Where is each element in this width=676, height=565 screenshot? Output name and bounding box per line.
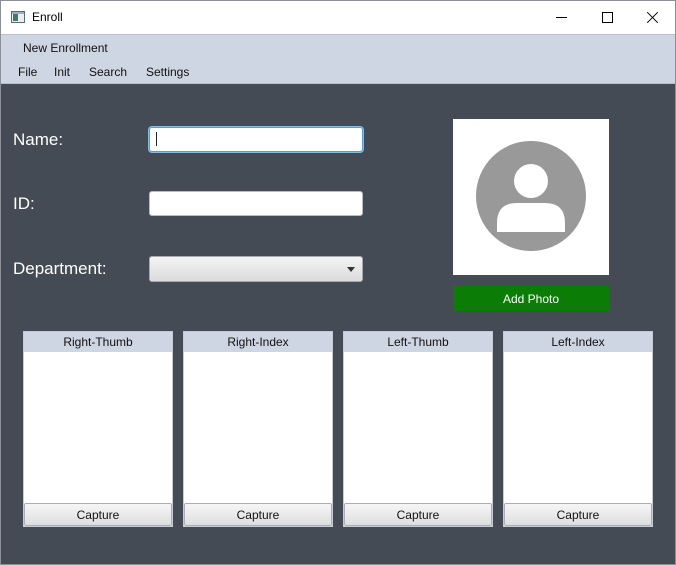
finger-panel-left-thumb: Left-Thumb Capture	[343, 331, 493, 527]
finger-label: Left-Thumb	[344, 332, 492, 352]
window-title: Enroll	[32, 10, 63, 24]
finger-label: Right-Index	[184, 332, 332, 352]
capture-left-index-button[interactable]: Capture	[504, 503, 652, 526]
close-icon	[646, 11, 659, 24]
capture-right-index-button[interactable]: Capture	[184, 503, 332, 526]
id-label: ID:	[13, 194, 35, 213]
fingerprint-preview	[344, 352, 492, 503]
user-avatar-icon	[476, 141, 586, 251]
name-input[interactable]	[149, 127, 363, 152]
menu-file[interactable]: File	[18, 65, 37, 79]
id-input[interactable]	[149, 191, 363, 216]
capture-left-thumb-button[interactable]: Capture	[344, 503, 492, 526]
department-select[interactable]	[149, 256, 363, 282]
menu-search[interactable]: Search	[89, 65, 127, 79]
menu-settings[interactable]: Settings	[146, 65, 189, 79]
add-photo-button[interactable]: Add Photo	[453, 286, 609, 311]
fingerprint-preview	[24, 352, 172, 503]
finger-panel-right-thumb: Right-Thumb Capture	[23, 331, 173, 527]
finger-panel-left-index: Left-Index Capture	[503, 331, 653, 527]
fingerprint-preview	[504, 352, 652, 503]
enroll-window: Enroll New Enrollment File Init Search S…	[0, 0, 676, 565]
minimize-icon	[555, 17, 567, 18]
finger-panel-right-index: Right-Index Capture	[183, 331, 333, 527]
maximize-button[interactable]	[584, 1, 630, 34]
text-caret	[156, 132, 157, 146]
fingerprint-preview	[184, 352, 332, 503]
chevron-down-icon	[347, 267, 355, 272]
photo-preview	[453, 119, 609, 275]
app-icon	[11, 11, 25, 23]
finger-label: Left-Index	[504, 332, 652, 352]
tab-bar: New Enrollment	[1, 34, 675, 59]
minimize-button[interactable]	[538, 1, 584, 34]
finger-label: Right-Thumb	[24, 332, 172, 352]
department-label: Department:	[13, 259, 107, 278]
name-label: Name:	[13, 130, 64, 149]
close-button[interactable]	[629, 1, 675, 34]
capture-right-thumb-button[interactable]: Capture	[24, 503, 172, 526]
title-bar: Enroll	[1, 1, 675, 34]
menu-init[interactable]: Init	[54, 65, 70, 79]
tab-new-enrollment[interactable]: New Enrollment	[23, 41, 108, 55]
maximize-icon	[601, 12, 613, 23]
menu-bar: File Init Search Settings	[1, 59, 675, 84]
